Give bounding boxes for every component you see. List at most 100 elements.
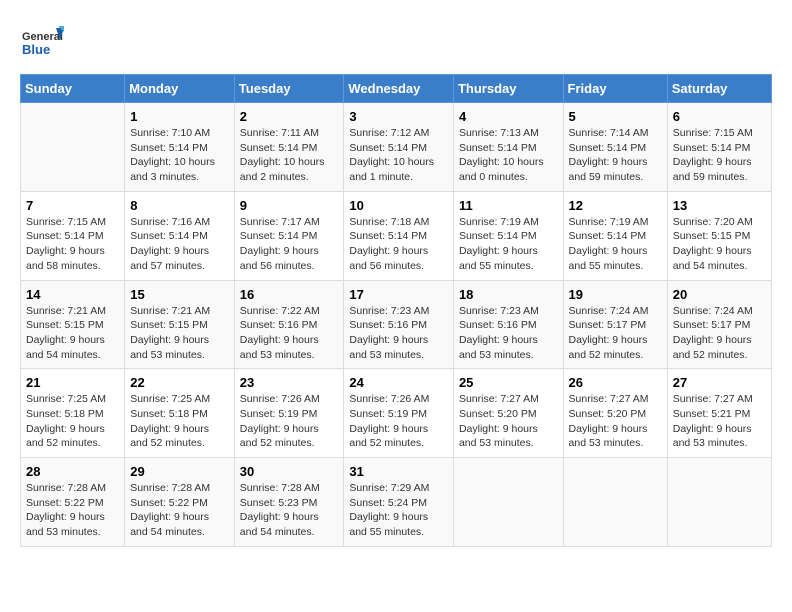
day-info: Sunrise: 7:12 AM Sunset: 5:14 PM Dayligh…	[349, 126, 448, 185]
calendar-cell: 29 Sunrise: 7:28 AM Sunset: 5:22 PM Dayli…	[125, 458, 235, 547]
calendar-cell	[667, 458, 771, 547]
calendar-cell: 14Sunrise: 7:21 AM Sunset: 5:15 PM Dayli…	[21, 280, 125, 369]
day-info: Sunrise: 7:22 AM Sunset: 5:16 PM Dayligh…	[240, 304, 339, 363]
day-number: 14	[26, 287, 119, 302]
day-number: 7	[26, 198, 119, 213]
calendar-cell: 15 Sunrise: 7:21 AM Sunset: 5:15 PM Dayli…	[125, 280, 235, 369]
calendar-cell: 8 Sunrise: 7:16 AM Sunset: 5:14 PM Daylig…	[125, 191, 235, 280]
calendar-cell: 20 Sunrise: 7:24 AM Sunset: 5:17 PM Dayli…	[667, 280, 771, 369]
calendar-week-row: 1Sunrise: 7:10 AM Sunset: 5:14 PM Daylig…	[21, 103, 772, 192]
day-number: 9	[240, 198, 339, 213]
day-number: 30	[240, 464, 339, 479]
calendar-cell	[563, 458, 667, 547]
day-info: Sunrise: 7:25 AM Sunset: 5:18 PM Dayligh…	[26, 392, 119, 451]
calendar-cell: 9 Sunrise: 7:17 AM Sunset: 5:14 PM Daylig…	[234, 191, 344, 280]
day-info: Sunrise: 7:21 AM Sunset: 5:15 PM Dayligh…	[130, 304, 229, 363]
day-number: 21	[26, 375, 119, 390]
day-info: Sunrise: 7:16 AM Sunset: 5:14 PM Dayligh…	[130, 215, 229, 274]
calendar-week-row: 7 Sunrise: 7:15 AM Sunset: 5:14 PM Daylig…	[21, 191, 772, 280]
calendar-cell: 13 Sunrise: 7:20 AM Sunset: 5:15 PM Dayli…	[667, 191, 771, 280]
day-info: Sunrise: 7:11 AM Sunset: 5:14 PM Dayligh…	[240, 126, 339, 185]
day-info: Sunrise: 7:19 AM Sunset: 5:14 PM Dayligh…	[569, 215, 662, 274]
calendar-cell: 10Sunrise: 7:18 AM Sunset: 5:14 PM Dayli…	[344, 191, 454, 280]
column-header-sunday: Sunday	[21, 75, 125, 103]
day-info: Sunrise: 7:17 AM Sunset: 5:14 PM Dayligh…	[240, 215, 339, 274]
day-info: Sunrise: 7:10 AM Sunset: 5:14 PM Dayligh…	[130, 126, 229, 185]
header: General Blue	[20, 20, 772, 64]
calendar-cell: 1Sunrise: 7:10 AM Sunset: 5:14 PM Daylig…	[125, 103, 235, 192]
calendar-cell: 30 Sunrise: 7:28 AM Sunset: 5:23 PM Dayli…	[234, 458, 344, 547]
day-number: 5	[569, 109, 662, 124]
calendar-cell: 3Sunrise: 7:12 AM Sunset: 5:14 PM Daylig…	[344, 103, 454, 192]
calendar-table: SundayMondayTuesdayWednesdayThursdayFrid…	[20, 74, 772, 547]
calendar-cell: 4 Sunrise: 7:13 AM Sunset: 5:14 PM Daylig…	[453, 103, 563, 192]
day-info: Sunrise: 7:27 AM Sunset: 5:20 PM Dayligh…	[569, 392, 662, 451]
day-number: 18	[459, 287, 558, 302]
day-number: 12	[569, 198, 662, 213]
day-info: Sunrise: 7:28 AM Sunset: 5:22 PM Dayligh…	[130, 481, 229, 540]
calendar-cell: 31Sunrise: 7:29 AM Sunset: 5:24 PM Dayli…	[344, 458, 454, 547]
day-number: 25	[459, 375, 558, 390]
calendar-cell: 23Sunrise: 7:26 AM Sunset: 5:19 PM Dayli…	[234, 369, 344, 458]
day-number: 11	[459, 198, 558, 213]
calendar-cell: 6 Sunrise: 7:15 AM Sunset: 5:14 PM Daylig…	[667, 103, 771, 192]
calendar-cell: 22Sunrise: 7:25 AM Sunset: 5:18 PM Dayli…	[125, 369, 235, 458]
day-number: 26	[569, 375, 662, 390]
column-header-tuesday: Tuesday	[234, 75, 344, 103]
day-info: Sunrise: 7:28 AM Sunset: 5:22 PM Dayligh…	[26, 481, 119, 540]
day-number: 24	[349, 375, 448, 390]
day-info: Sunrise: 7:23 AM Sunset: 5:16 PM Dayligh…	[459, 304, 558, 363]
svg-text:Blue: Blue	[22, 42, 50, 57]
calendar-cell: 11 Sunrise: 7:19 AM Sunset: 5:14 PM Dayli…	[453, 191, 563, 280]
calendar-cell	[21, 103, 125, 192]
calendar-cell: 18 Sunrise: 7:23 AM Sunset: 5:16 PM Dayli…	[453, 280, 563, 369]
day-info: Sunrise: 7:25 AM Sunset: 5:18 PM Dayligh…	[130, 392, 229, 451]
calendar-cell: 27 Sunrise: 7:27 AM Sunset: 5:21 PM Dayli…	[667, 369, 771, 458]
calendar-cell: 12 Sunrise: 7:19 AM Sunset: 5:14 PM Dayli…	[563, 191, 667, 280]
calendar-cell: 28 Sunrise: 7:28 AM Sunset: 5:22 PM Dayli…	[21, 458, 125, 547]
day-info: Sunrise: 7:19 AM Sunset: 5:14 PM Dayligh…	[459, 215, 558, 274]
calendar-cell: 19Sunrise: 7:24 AM Sunset: 5:17 PM Dayli…	[563, 280, 667, 369]
day-info: Sunrise: 7:27 AM Sunset: 5:20 PM Dayligh…	[459, 392, 558, 451]
calendar-body: 1Sunrise: 7:10 AM Sunset: 5:14 PM Daylig…	[21, 103, 772, 547]
calendar-week-row: 14 Sunrise: 7:21 AM Sunset: 5:15 PM Dayli…	[21, 280, 772, 369]
calendar-cell	[453, 458, 563, 547]
calendar-cell: 7 Sunrise: 7:15 AM Sunset: 5:14 PM Daylig…	[21, 191, 125, 280]
column-header-monday: Monday	[125, 75, 235, 103]
day-number: 27	[673, 375, 766, 390]
day-info: Sunrise: 7:13 AM Sunset: 5:14 PM Dayligh…	[459, 126, 558, 185]
day-number: 15	[130, 287, 229, 302]
calendar-cell: 17Sunrise: 7:23 AM Sunset: 5:16 PM Dayli…	[344, 280, 454, 369]
calendar-week-row: 28 Sunrise: 7:28 AM Sunset: 5:22 PM Dayli…	[21, 458, 772, 547]
day-number: 28	[26, 464, 119, 479]
calendar-week-row: 21 Sunrise: 7:25 AM Sunset: 5:18 PM Dayli…	[21, 369, 772, 458]
day-info: Sunrise: 7:15 AM Sunset: 5:14 PM Dayligh…	[673, 126, 766, 185]
day-number: 6	[673, 109, 766, 124]
day-info: Sunrise: 7:14 AM Sunset: 5:14 PM Dayligh…	[569, 126, 662, 185]
day-info: Sunrise: 7:15 AM Sunset: 5:14 PM Dayligh…	[26, 215, 119, 274]
day-info: Sunrise: 7:24 AM Sunset: 5:17 PM Dayligh…	[673, 304, 766, 363]
logo: General Blue	[20, 20, 68, 64]
day-number: 13	[673, 198, 766, 213]
calendar-cell: 5 Sunrise: 7:14 AM Sunset: 5:14 PM Daylig…	[563, 103, 667, 192]
calendar-cell: 25 Sunrise: 7:27 AM Sunset: 5:20 PM Dayli…	[453, 369, 563, 458]
day-info: Sunrise: 7:28 AM Sunset: 5:23 PM Dayligh…	[240, 481, 339, 540]
day-info: Sunrise: 7:26 AM Sunset: 5:19 PM Dayligh…	[349, 392, 448, 451]
day-info: Sunrise: 7:26 AM Sunset: 5:19 PM Dayligh…	[240, 392, 339, 451]
calendar-cell: 24 Sunrise: 7:26 AM Sunset: 5:19 PM Dayli…	[344, 369, 454, 458]
day-number: 16	[240, 287, 339, 302]
day-info: Sunrise: 7:29 AM Sunset: 5:24 PM Dayligh…	[349, 481, 448, 540]
calendar-cell: 16 Sunrise: 7:22 AM Sunset: 5:16 PM Dayli…	[234, 280, 344, 369]
day-number: 8	[130, 198, 229, 213]
day-info: Sunrise: 7:20 AM Sunset: 5:15 PM Dayligh…	[673, 215, 766, 274]
calendar-cell: 26 Sunrise: 7:27 AM Sunset: 5:20 PM Dayli…	[563, 369, 667, 458]
column-header-wednesday: Wednesday	[344, 75, 454, 103]
calendar-header-row: SundayMondayTuesdayWednesdayThursdayFrid…	[21, 75, 772, 103]
day-number: 4	[459, 109, 558, 124]
day-number: 19	[569, 287, 662, 302]
day-info: Sunrise: 7:27 AM Sunset: 5:21 PM Dayligh…	[673, 392, 766, 451]
column-header-friday: Friday	[563, 75, 667, 103]
day-number: 29	[130, 464, 229, 479]
day-number: 20	[673, 287, 766, 302]
day-number: 17	[349, 287, 448, 302]
